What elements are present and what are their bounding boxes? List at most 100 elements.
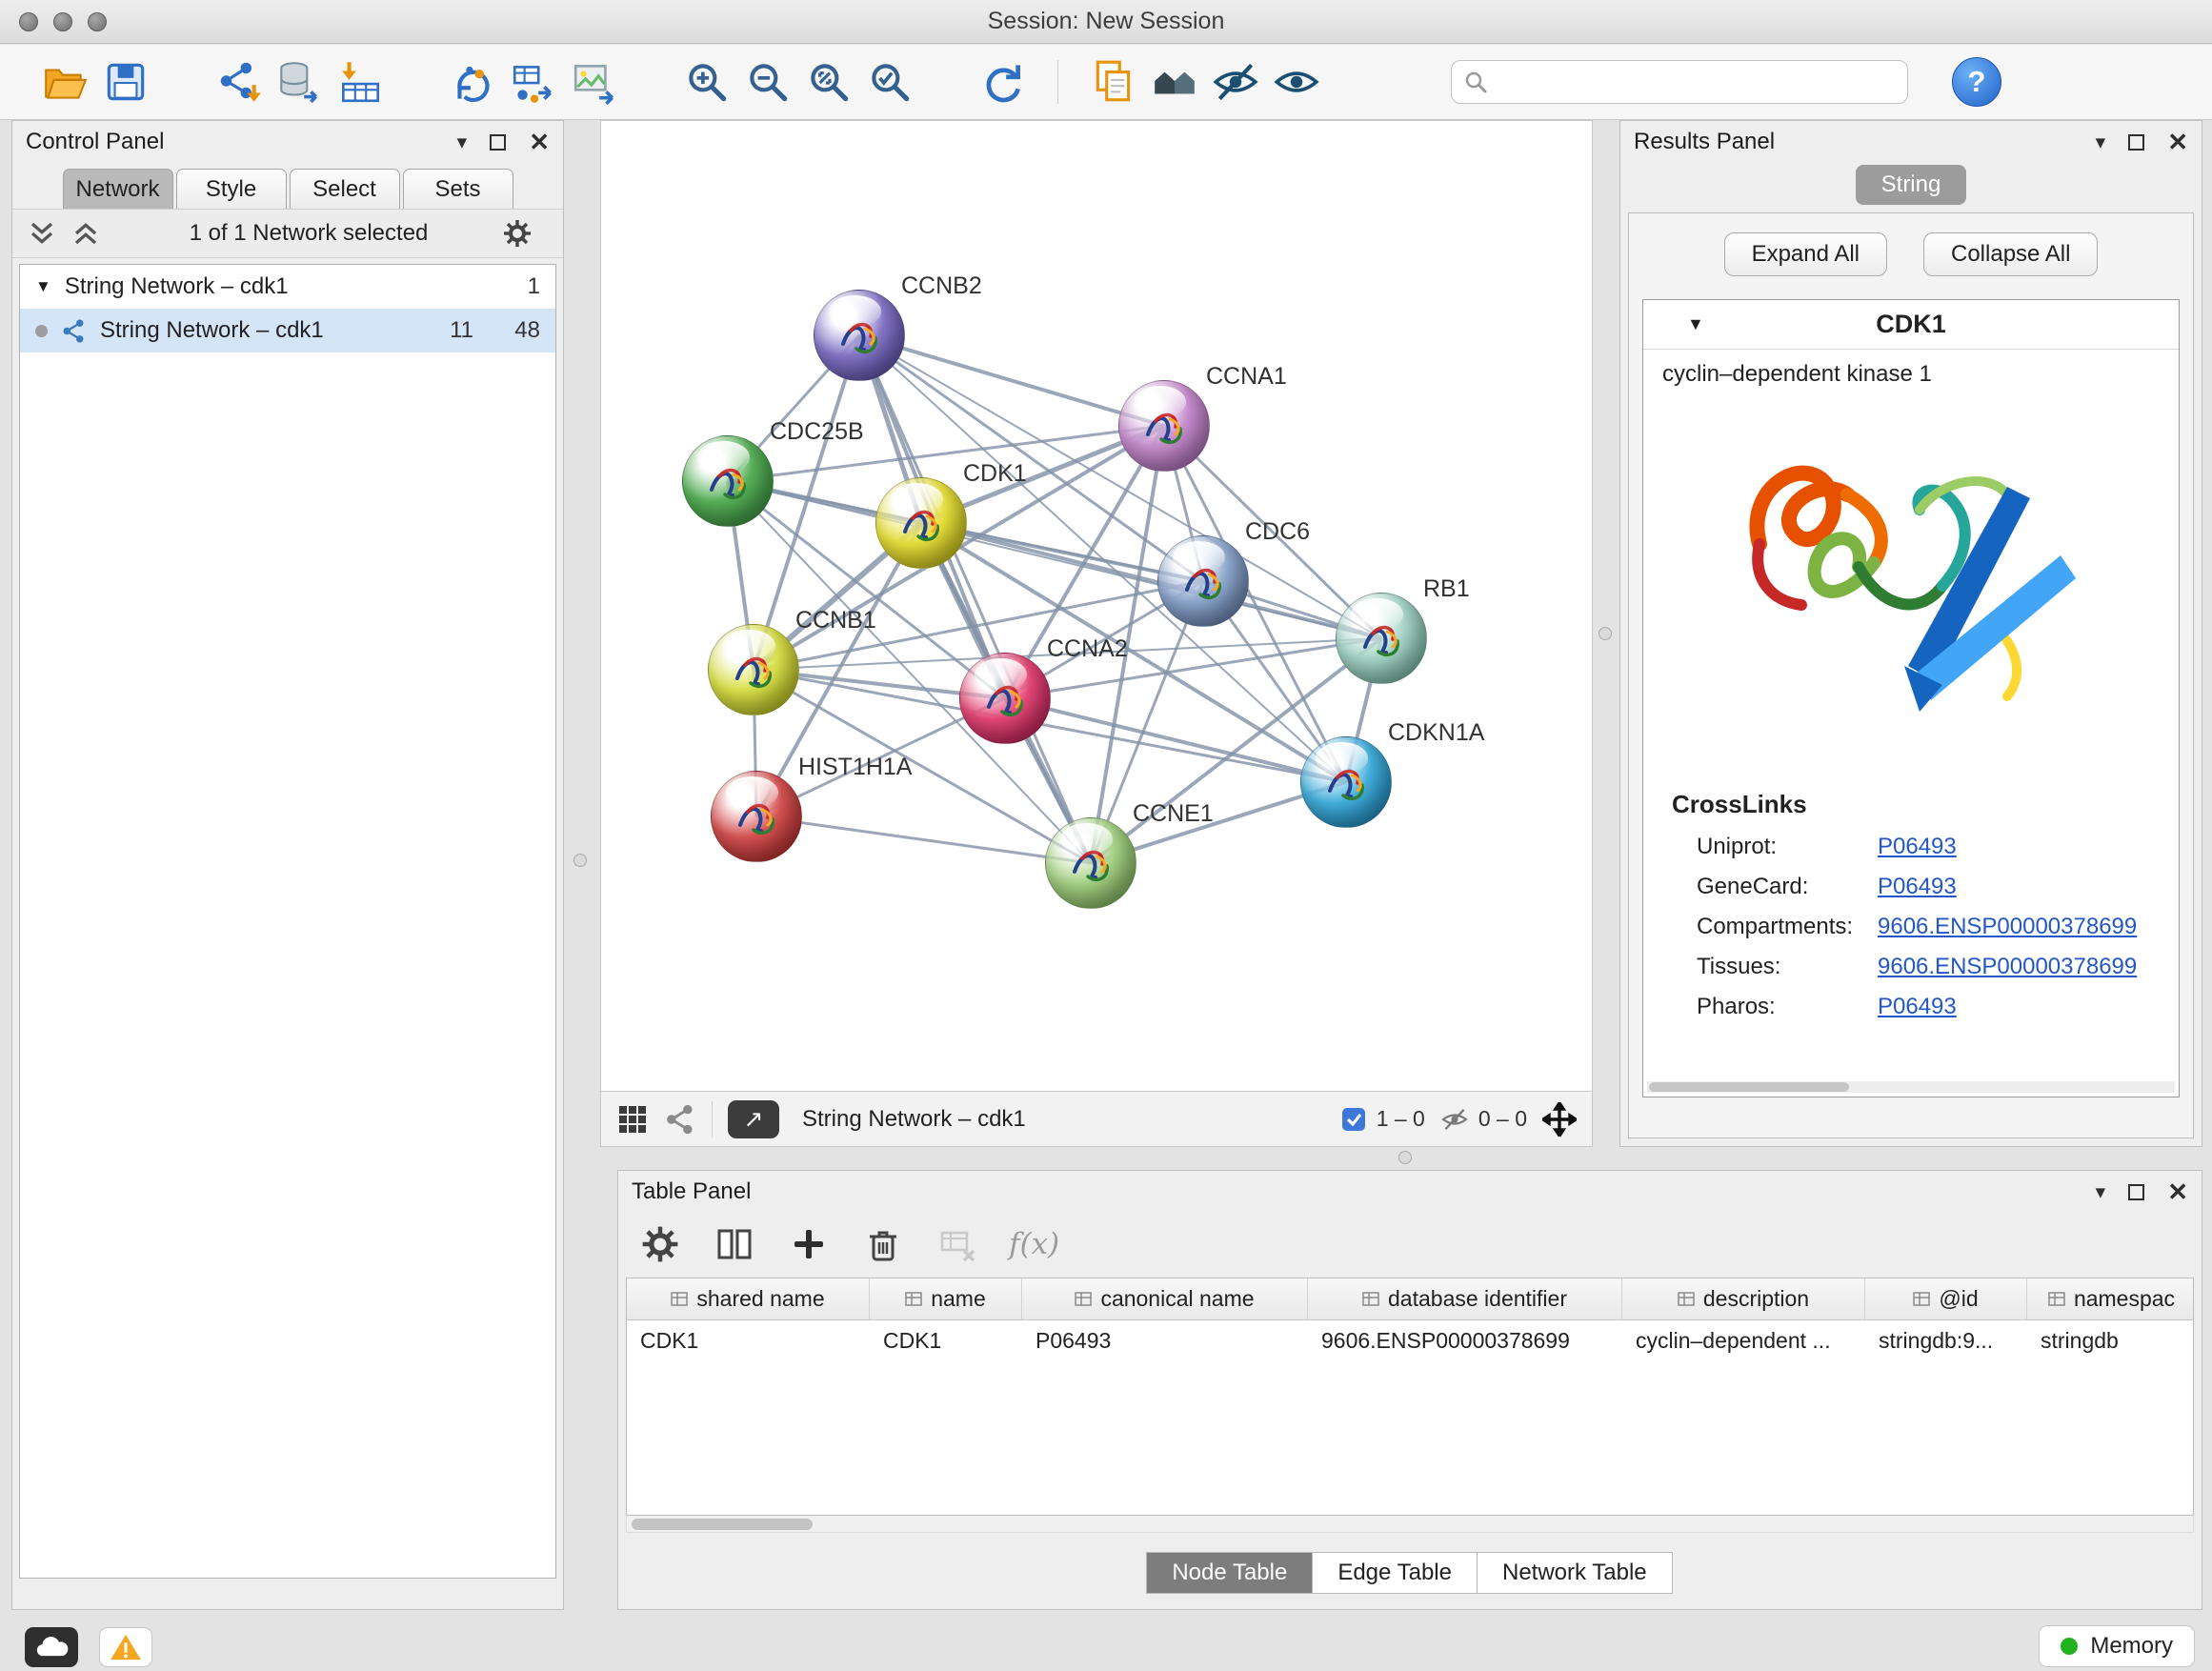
show-all-button[interactable] xyxy=(1266,52,1327,111)
add-column-button[interactable] xyxy=(786,1221,832,1267)
tab-network[interactable]: Network xyxy=(63,169,173,209)
column-header-namespac[interactable]: namespac xyxy=(2027,1278,2194,1319)
splitter-handle[interactable] xyxy=(1398,1151,1412,1164)
edge-cdk1-rb1[interactable] xyxy=(921,523,1381,638)
table-hscrollbar-thumb[interactable] xyxy=(632,1519,813,1530)
import-table-button[interactable] xyxy=(330,52,391,111)
open-in-new-window-button[interactable]: ↗ xyxy=(728,1100,779,1138)
zoom-fit-button[interactable] xyxy=(798,52,859,111)
zoom-in-button[interactable] xyxy=(676,52,737,111)
hidden-eye-slash-icon[interactable] xyxy=(1440,1105,1469,1134)
node-hist1h1a[interactable] xyxy=(711,771,802,862)
show-columns-button[interactable] xyxy=(712,1221,757,1267)
crosslink-link[interactable]: P06493 xyxy=(1878,994,1957,1020)
expand-all-icon[interactable] xyxy=(71,219,100,248)
save-session-button[interactable] xyxy=(95,52,156,111)
memory-button[interactable]: Memory xyxy=(2039,1625,2195,1667)
open-session-button[interactable] xyxy=(34,52,95,111)
edge-hist1h1a-ccne1[interactable] xyxy=(756,816,1091,863)
selected-checkbox-icon[interactable] xyxy=(1340,1106,1367,1133)
gear-icon[interactable] xyxy=(502,218,533,249)
minimize-window-button[interactable] xyxy=(53,12,72,31)
splitter-handle[interactable] xyxy=(1599,627,1612,640)
table-hscrollbar-track[interactable] xyxy=(626,1516,2194,1533)
panel-float-icon[interactable] xyxy=(2128,134,2144,151)
column-header-canonical-name[interactable]: canonical name xyxy=(1022,1278,1308,1319)
crosslink-link[interactable]: P06493 xyxy=(1878,874,1957,900)
panel-menu-icon[interactable]: ▾ xyxy=(2096,1182,2106,1202)
node-cdkn1a[interactable] xyxy=(1300,736,1392,828)
column-header-description[interactable]: description xyxy=(1622,1278,1865,1319)
panel-close-icon[interactable]: ✕ xyxy=(529,130,550,154)
node-ccna2[interactable] xyxy=(959,653,1051,744)
panel-float-icon[interactable] xyxy=(2128,1184,2144,1200)
zoom-selected-button[interactable] xyxy=(859,52,920,111)
node-ccna1[interactable] xyxy=(1118,380,1210,472)
panel-menu-icon[interactable]: ▾ xyxy=(2096,132,2106,152)
cloud-services-button[interactable] xyxy=(25,1627,78,1667)
tab-string[interactable]: String xyxy=(1856,165,1966,205)
collapse-all-button[interactable]: Collapse All xyxy=(1923,232,2098,276)
splitter-handle[interactable] xyxy=(573,854,587,867)
column-header-shared-name[interactable]: shared name xyxy=(627,1278,870,1319)
node-ccne1[interactable] xyxy=(1045,817,1136,909)
node-cdc6[interactable] xyxy=(1157,535,1249,627)
edge-ccnb2-ccna1[interactable] xyxy=(859,335,1164,426)
network-collection-row[interactable]: ▼ String Network – cdk1 1 xyxy=(20,265,555,309)
disclosure-triangle-icon[interactable]: ▼ xyxy=(1687,314,1704,334)
clone-network-button[interactable] xyxy=(442,52,503,111)
zoom-window-button[interactable] xyxy=(88,12,107,31)
gene-card-header[interactable]: ▼ CDK1 xyxy=(1643,300,2179,350)
crosslink-link[interactable]: 9606.ENSP00000378699 xyxy=(1878,914,2137,940)
tab-style[interactable]: Style xyxy=(176,169,287,209)
delete-column-button[interactable] xyxy=(860,1221,906,1267)
import-network-file-button[interactable] xyxy=(208,52,269,111)
search-input[interactable] xyxy=(1498,69,1896,95)
card-scrollbar-track[interactable] xyxy=(1647,1081,2175,1093)
node-ccnb1[interactable] xyxy=(708,624,799,715)
close-window-button[interactable] xyxy=(19,12,38,31)
network-overview-icon[interactable] xyxy=(664,1103,696,1136)
tab-network-table[interactable]: Network Table xyxy=(1477,1552,1673,1594)
import-network-database-button[interactable] xyxy=(269,52,330,111)
node-rb1[interactable] xyxy=(1336,593,1427,684)
tab-sets[interactable]: Sets xyxy=(403,169,513,209)
zoom-out-button[interactable] xyxy=(737,52,798,111)
help-button[interactable]: ? xyxy=(1952,57,2001,107)
edge-ccnb2-ccne1[interactable] xyxy=(859,335,1091,863)
column-header-name[interactable]: name xyxy=(870,1278,1022,1319)
network-table-export-button[interactable] xyxy=(503,52,564,111)
network-canvas[interactable]: CCNB2 CCNA1 CDC25B CDK1 CDC6 RB1 CCNB1 xyxy=(601,121,1592,1091)
panel-menu-icon[interactable]: ▾ xyxy=(457,132,468,152)
card-scrollbar-thumb[interactable] xyxy=(1649,1082,1849,1092)
tab-node-table[interactable]: Node Table xyxy=(1146,1552,1313,1594)
crosslink-link[interactable]: 9606.ENSP00000378699 xyxy=(1878,954,2137,980)
neighborhood-button[interactable] xyxy=(1144,52,1205,111)
table-settings-button[interactable] xyxy=(637,1221,683,1267)
warnings-button[interactable] xyxy=(99,1627,152,1667)
table-row[interactable]: CDK1CDK1P064939606.ENSP00000378699cyclin… xyxy=(627,1320,2193,1360)
tab-select[interactable]: Select xyxy=(290,169,400,209)
panel-close-icon[interactable]: ✕ xyxy=(2167,130,2188,154)
collapse-all-icon[interactable] xyxy=(28,219,56,248)
expand-all-button[interactable]: Expand All xyxy=(1724,232,1887,276)
apply-layout-button[interactable] xyxy=(972,52,1033,111)
export-image-button[interactable] xyxy=(564,52,625,111)
delete-table-button-disabled[interactable] xyxy=(935,1221,980,1267)
hide-selected-button[interactable] xyxy=(1205,52,1266,111)
node-ccnb2[interactable] xyxy=(814,290,905,381)
column-header-id[interactable]: @id xyxy=(1865,1278,2027,1319)
node-cdk1[interactable] xyxy=(875,477,967,569)
function-builder-button[interactable]: f(x) xyxy=(1009,1227,1059,1261)
disclosure-triangle-icon[interactable]: ▼ xyxy=(35,277,51,296)
column-header-database-identifier[interactable]: database identifier xyxy=(1308,1278,1622,1319)
copy-document-button[interactable] xyxy=(1083,52,1144,111)
node-cdc25b[interactable] xyxy=(682,435,774,527)
tab-edge-table[interactable]: Edge Table xyxy=(1312,1552,1478,1594)
crosslink-link[interactable]: P06493 xyxy=(1878,834,1957,860)
panel-float-icon[interactable] xyxy=(490,134,506,151)
panel-close-icon[interactable]: ✕ xyxy=(2167,1179,2188,1204)
crosshair-icon[interactable] xyxy=(1542,1102,1577,1137)
grid-view-icon[interactable] xyxy=(616,1103,649,1136)
network-row[interactable]: String Network – cdk1 11 48 xyxy=(20,309,555,352)
